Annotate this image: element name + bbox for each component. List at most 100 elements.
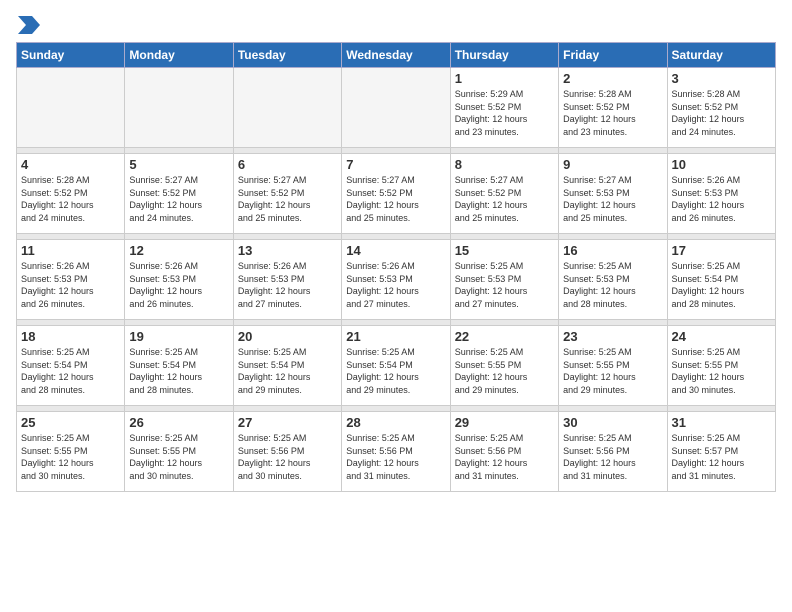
day-number: 30 — [563, 415, 662, 430]
calendar-week-row: 18 Sunrise: 5:25 AM Sunset: 5:54 PM Dayli… — [17, 326, 776, 406]
day-info: Sunrise: 5:28 AM Sunset: 5:52 PM Dayligh… — [563, 88, 662, 138]
day-info: Sunrise: 5:25 AM Sunset: 5:53 PM Dayligh… — [563, 260, 662, 310]
weekday-header-sunday: Sunday — [17, 43, 125, 68]
day-number: 5 — [129, 157, 228, 172]
day-info: Sunrise: 5:26 AM Sunset: 5:53 PM Dayligh… — [346, 260, 445, 310]
day-number: 18 — [21, 329, 120, 344]
day-info: Sunrise: 5:25 AM Sunset: 5:54 PM Dayligh… — [238, 346, 337, 396]
calendar-day-cell: 14 Sunrise: 5:26 AM Sunset: 5:53 PM Dayli… — [342, 240, 450, 320]
calendar-day-cell: 18Sunrise: 5:25 AM Sunset: 5:54 PM Dayli… — [17, 326, 125, 406]
calendar-day-cell: 20 Sunrise: 5:25 AM Sunset: 5:54 PM Dayli… — [233, 326, 341, 406]
calendar-day-cell: 28 Sunrise: 5:25 AM Sunset: 5:56 PM Dayli… — [342, 412, 450, 492]
day-number: 9 — [563, 157, 662, 172]
day-number: 20 — [238, 329, 337, 344]
day-number: 15 — [455, 243, 554, 258]
calendar-day-cell: 8 Sunrise: 5:27 AM Sunset: 5:52 PM Daylig… — [450, 154, 558, 234]
day-number: 26 — [129, 415, 228, 430]
logo — [16, 16, 40, 34]
calendar-day-cell: 22 Sunrise: 5:25 AM Sunset: 5:55 PM Dayli… — [450, 326, 558, 406]
day-info: Sunrise: 5:25 AM Sunset: 5:54 PM Dayligh… — [672, 260, 771, 310]
day-number: 12 — [129, 243, 228, 258]
calendar-day-cell — [17, 68, 125, 148]
day-number: 28 — [346, 415, 445, 430]
day-number: 4 — [21, 157, 120, 172]
day-number: 10 — [672, 157, 771, 172]
day-number: 1 — [455, 71, 554, 86]
day-number: 13 — [238, 243, 337, 258]
day-number: 14 — [346, 243, 445, 258]
day-info: Sunrise: 5:27 AM Sunset: 5:52 PM Dayligh… — [455, 174, 554, 224]
calendar-day-cell — [125, 68, 233, 148]
calendar-day-cell — [342, 68, 450, 148]
day-number: 16 — [563, 243, 662, 258]
weekday-header-friday: Friday — [559, 43, 667, 68]
calendar-day-cell: 13 Sunrise: 5:26 AM Sunset: 5:53 PM Dayli… — [233, 240, 341, 320]
weekday-header-saturday: Saturday — [667, 43, 775, 68]
calendar-day-cell: 24Sunrise: 5:25 AM Sunset: 5:55 PM Dayli… — [667, 326, 775, 406]
day-number: 8 — [455, 157, 554, 172]
day-info: Sunrise: 5:25 AM Sunset: 5:54 PM Dayligh… — [346, 346, 445, 396]
calendar-day-cell: 12 Sunrise: 5:26 AM Sunset: 5:53 PM Dayli… — [125, 240, 233, 320]
day-info: Sunrise: 5:25 AM Sunset: 5:55 PM Dayligh… — [563, 346, 662, 396]
day-info: Sunrise: 5:28 AM Sunset: 5:52 PM Dayligh… — [672, 88, 771, 138]
day-info: Sunrise: 5:26 AM Sunset: 5:53 PM Dayligh… — [672, 174, 771, 224]
calendar-day-cell: 2 Sunrise: 5:28 AM Sunset: 5:52 PM Daylig… — [559, 68, 667, 148]
day-info: Sunrise: 5:25 AM Sunset: 5:57 PM Dayligh… — [672, 432, 771, 482]
day-info: Sunrise: 5:25 AM Sunset: 5:55 PM Dayligh… — [455, 346, 554, 396]
calendar-day-cell: 21Sunrise: 5:25 AM Sunset: 5:54 PM Dayli… — [342, 326, 450, 406]
calendar-day-cell: 4Sunrise: 5:28 AM Sunset: 5:52 PM Daylig… — [17, 154, 125, 234]
calendar-day-cell: 6Sunrise: 5:27 AM Sunset: 5:52 PM Daylig… — [233, 154, 341, 234]
day-info: Sunrise: 5:25 AM Sunset: 5:53 PM Dayligh… — [455, 260, 554, 310]
day-info: Sunrise: 5:26 AM Sunset: 5:53 PM Dayligh… — [238, 260, 337, 310]
day-info: Sunrise: 5:26 AM Sunset: 5:53 PM Dayligh… — [21, 260, 120, 310]
day-info: Sunrise: 5:25 AM Sunset: 5:56 PM Dayligh… — [455, 432, 554, 482]
weekday-header-wednesday: Wednesday — [342, 43, 450, 68]
weekday-header-thursday: Thursday — [450, 43, 558, 68]
calendar-day-cell: 11Sunrise: 5:26 AM Sunset: 5:53 PM Dayli… — [17, 240, 125, 320]
day-number: 3 — [672, 71, 771, 86]
day-info: Sunrise: 5:27 AM Sunset: 5:53 PM Dayligh… — [563, 174, 662, 224]
day-info: Sunrise: 5:26 AM Sunset: 5:53 PM Dayligh… — [129, 260, 228, 310]
calendar-day-cell: 9 Sunrise: 5:27 AM Sunset: 5:53 PM Daylig… — [559, 154, 667, 234]
day-number: 31 — [672, 415, 771, 430]
weekday-header-monday: Monday — [125, 43, 233, 68]
calendar-day-cell: 23 Sunrise: 5:25 AM Sunset: 5:55 PM Dayli… — [559, 326, 667, 406]
day-number: 22 — [455, 329, 554, 344]
day-number: 29 — [455, 415, 554, 430]
calendar-day-cell: 27 Sunrise: 5:25 AM Sunset: 5:56 PM Dayli… — [233, 412, 341, 492]
day-number: 23 — [563, 329, 662, 344]
calendar-day-cell: 30Sunrise: 5:25 AM Sunset: 5:56 PM Dayli… — [559, 412, 667, 492]
day-number: 25 — [21, 415, 120, 430]
calendar-day-cell: 10 Sunrise: 5:26 AM Sunset: 5:53 PM Dayli… — [667, 154, 775, 234]
calendar-day-cell: 16 Sunrise: 5:25 AM Sunset: 5:53 PM Dayli… — [559, 240, 667, 320]
calendar-table: SundayMondayTuesdayWednesdayThursdayFrid… — [16, 42, 776, 492]
day-info: Sunrise: 5:25 AM Sunset: 5:54 PM Dayligh… — [129, 346, 228, 396]
calendar-day-cell: 29 Sunrise: 5:25 AM Sunset: 5:56 PM Dayli… — [450, 412, 558, 492]
calendar-day-cell: 31 Sunrise: 5:25 AM Sunset: 5:57 PM Dayli… — [667, 412, 775, 492]
logo-arrow-icon — [18, 16, 40, 34]
calendar-day-cell: 19 Sunrise: 5:25 AM Sunset: 5:54 PM Dayli… — [125, 326, 233, 406]
day-info: Sunrise: 5:29 AM Sunset: 5:52 PM Dayligh… — [455, 88, 554, 138]
page-header — [16, 16, 776, 34]
day-info: Sunrise: 5:25 AM Sunset: 5:55 PM Dayligh… — [129, 432, 228, 482]
day-number: 19 — [129, 329, 228, 344]
day-number: 7 — [346, 157, 445, 172]
day-info: Sunrise: 5:27 AM Sunset: 5:52 PM Dayligh… — [346, 174, 445, 224]
calendar-day-cell: 26 Sunrise: 5:25 AM Sunset: 5:55 PM Dayli… — [125, 412, 233, 492]
calendar-day-cell: 15 Sunrise: 5:25 AM Sunset: 5:53 PM Dayli… — [450, 240, 558, 320]
day-info: Sunrise: 5:27 AM Sunset: 5:52 PM Dayligh… — [129, 174, 228, 224]
day-info: Sunrise: 5:27 AM Sunset: 5:52 PM Dayligh… — [238, 174, 337, 224]
calendar-day-cell: 5 Sunrise: 5:27 AM Sunset: 5:52 PM Daylig… — [125, 154, 233, 234]
calendar-week-row: 11Sunrise: 5:26 AM Sunset: 5:53 PM Dayli… — [17, 240, 776, 320]
calendar-day-cell — [233, 68, 341, 148]
day-info: Sunrise: 5:25 AM Sunset: 5:56 PM Dayligh… — [346, 432, 445, 482]
day-info: Sunrise: 5:25 AM Sunset: 5:55 PM Dayligh… — [21, 432, 120, 482]
day-number: 17 — [672, 243, 771, 258]
calendar-day-cell: 25 Sunrise: 5:25 AM Sunset: 5:55 PM Dayli… — [17, 412, 125, 492]
day-number: 2 — [563, 71, 662, 86]
calendar-week-row: 25 Sunrise: 5:25 AM Sunset: 5:55 PM Dayli… — [17, 412, 776, 492]
day-number: 27 — [238, 415, 337, 430]
day-info: Sunrise: 5:25 AM Sunset: 5:56 PM Dayligh… — [238, 432, 337, 482]
day-number: 24 — [672, 329, 771, 344]
calendar-header-row: SundayMondayTuesdayWednesdayThursdayFrid… — [17, 43, 776, 68]
